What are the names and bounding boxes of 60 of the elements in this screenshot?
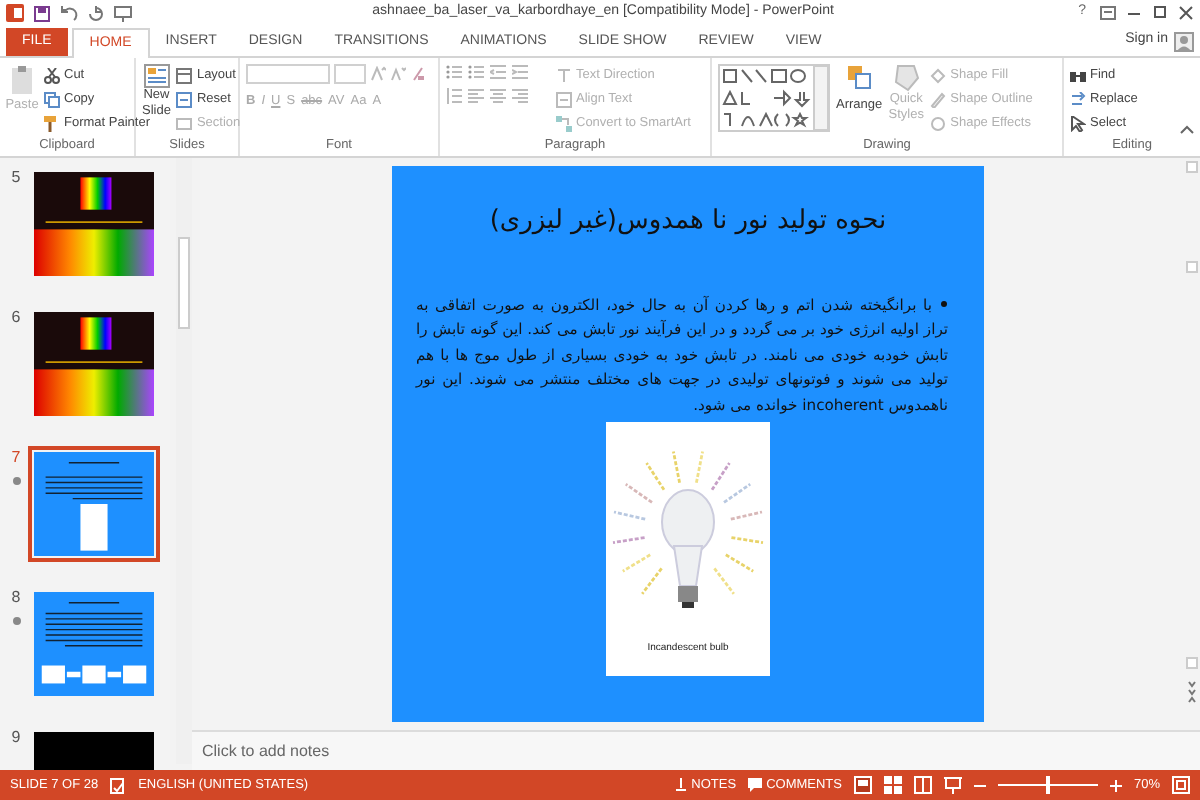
redo-icon[interactable] [88,5,104,21]
cursor-icon [1070,115,1086,131]
paint-bucket-icon [930,67,947,83]
layout-icon [176,67,193,83]
slide-preview-drawing [34,172,154,276]
pen-icon [930,91,947,107]
slide-thumbnail[interactable] [28,446,160,562]
normal-view-icon[interactable] [853,776,872,794]
slide-preview-drawing [34,312,154,416]
section-icon [176,115,193,131]
slide-sorter-icon[interactable] [883,776,902,794]
spelling-check-icon[interactable] [110,777,127,793]
slide-number: 9 [11,726,21,750]
comment-icon [748,778,763,792]
font-size-field[interactable] [334,64,366,84]
reset-icon [176,91,193,107]
slide-title: نحوه تولید نور نا همدوس(غیر لیزری) [489,204,887,240]
binoculars-icon [1070,67,1086,83]
slide-layout-icon [143,64,170,88]
align-text-icon [556,91,572,107]
slide-number: 6 [11,306,21,330]
slide-number: 7 [11,446,21,470]
reading-view-icon[interactable] [913,776,932,794]
user-avatar-icon[interactable] [1174,32,1194,52]
bulleted-list-icon[interactable] [446,64,462,80]
notes-field[interactable]: Click to add notes [192,730,1200,770]
bullet-icon [940,300,948,309]
font-name-field[interactable] [246,64,330,84]
slide-number: 5 [11,166,21,190]
notes-icon [673,778,688,792]
replace-icon [1070,91,1086,107]
close-icon[interactable] [1178,6,1194,20]
scissors-icon [44,67,60,83]
slide-preview-drawing [34,452,154,556]
collapse-ribbon-icon[interactable] [1180,124,1194,134]
slide-thumbnail[interactable] [28,306,160,422]
shapes-gallery[interactable] [718,64,830,132]
save-icon[interactable] [34,5,50,21]
zoom-out-icon[interactable] [973,779,986,791]
fit-to-window-icon[interactable] [1172,776,1190,794]
shape-effects-icon [930,115,947,131]
numbered-list-icon[interactable] [468,64,484,80]
slide-preview-drawing [34,592,154,696]
ribbon-display-icon[interactable] [1100,6,1116,20]
maximize-icon[interactable] [1152,6,1168,20]
zoom-in-icon[interactable] [1109,779,1122,791]
text-direction-icon [556,67,572,83]
slide-number: 8 [11,586,21,610]
slide-thumbnail[interactable] [28,586,160,702]
presentation-icon[interactable] [114,5,132,21]
copy-icon [44,91,60,107]
clear-formatting-icon[interactable] [410,66,426,82]
quick-styles-icon [892,64,921,92]
smartart-icon [556,115,572,131]
slide-show-icon[interactable] [943,776,962,794]
clipboard-icon [10,64,34,96]
slider-thumb[interactable] [1045,776,1050,794]
paintbrush-icon [44,115,60,131]
slide-thumbnail[interactable] [28,166,160,282]
undo-icon[interactable] [60,5,78,21]
